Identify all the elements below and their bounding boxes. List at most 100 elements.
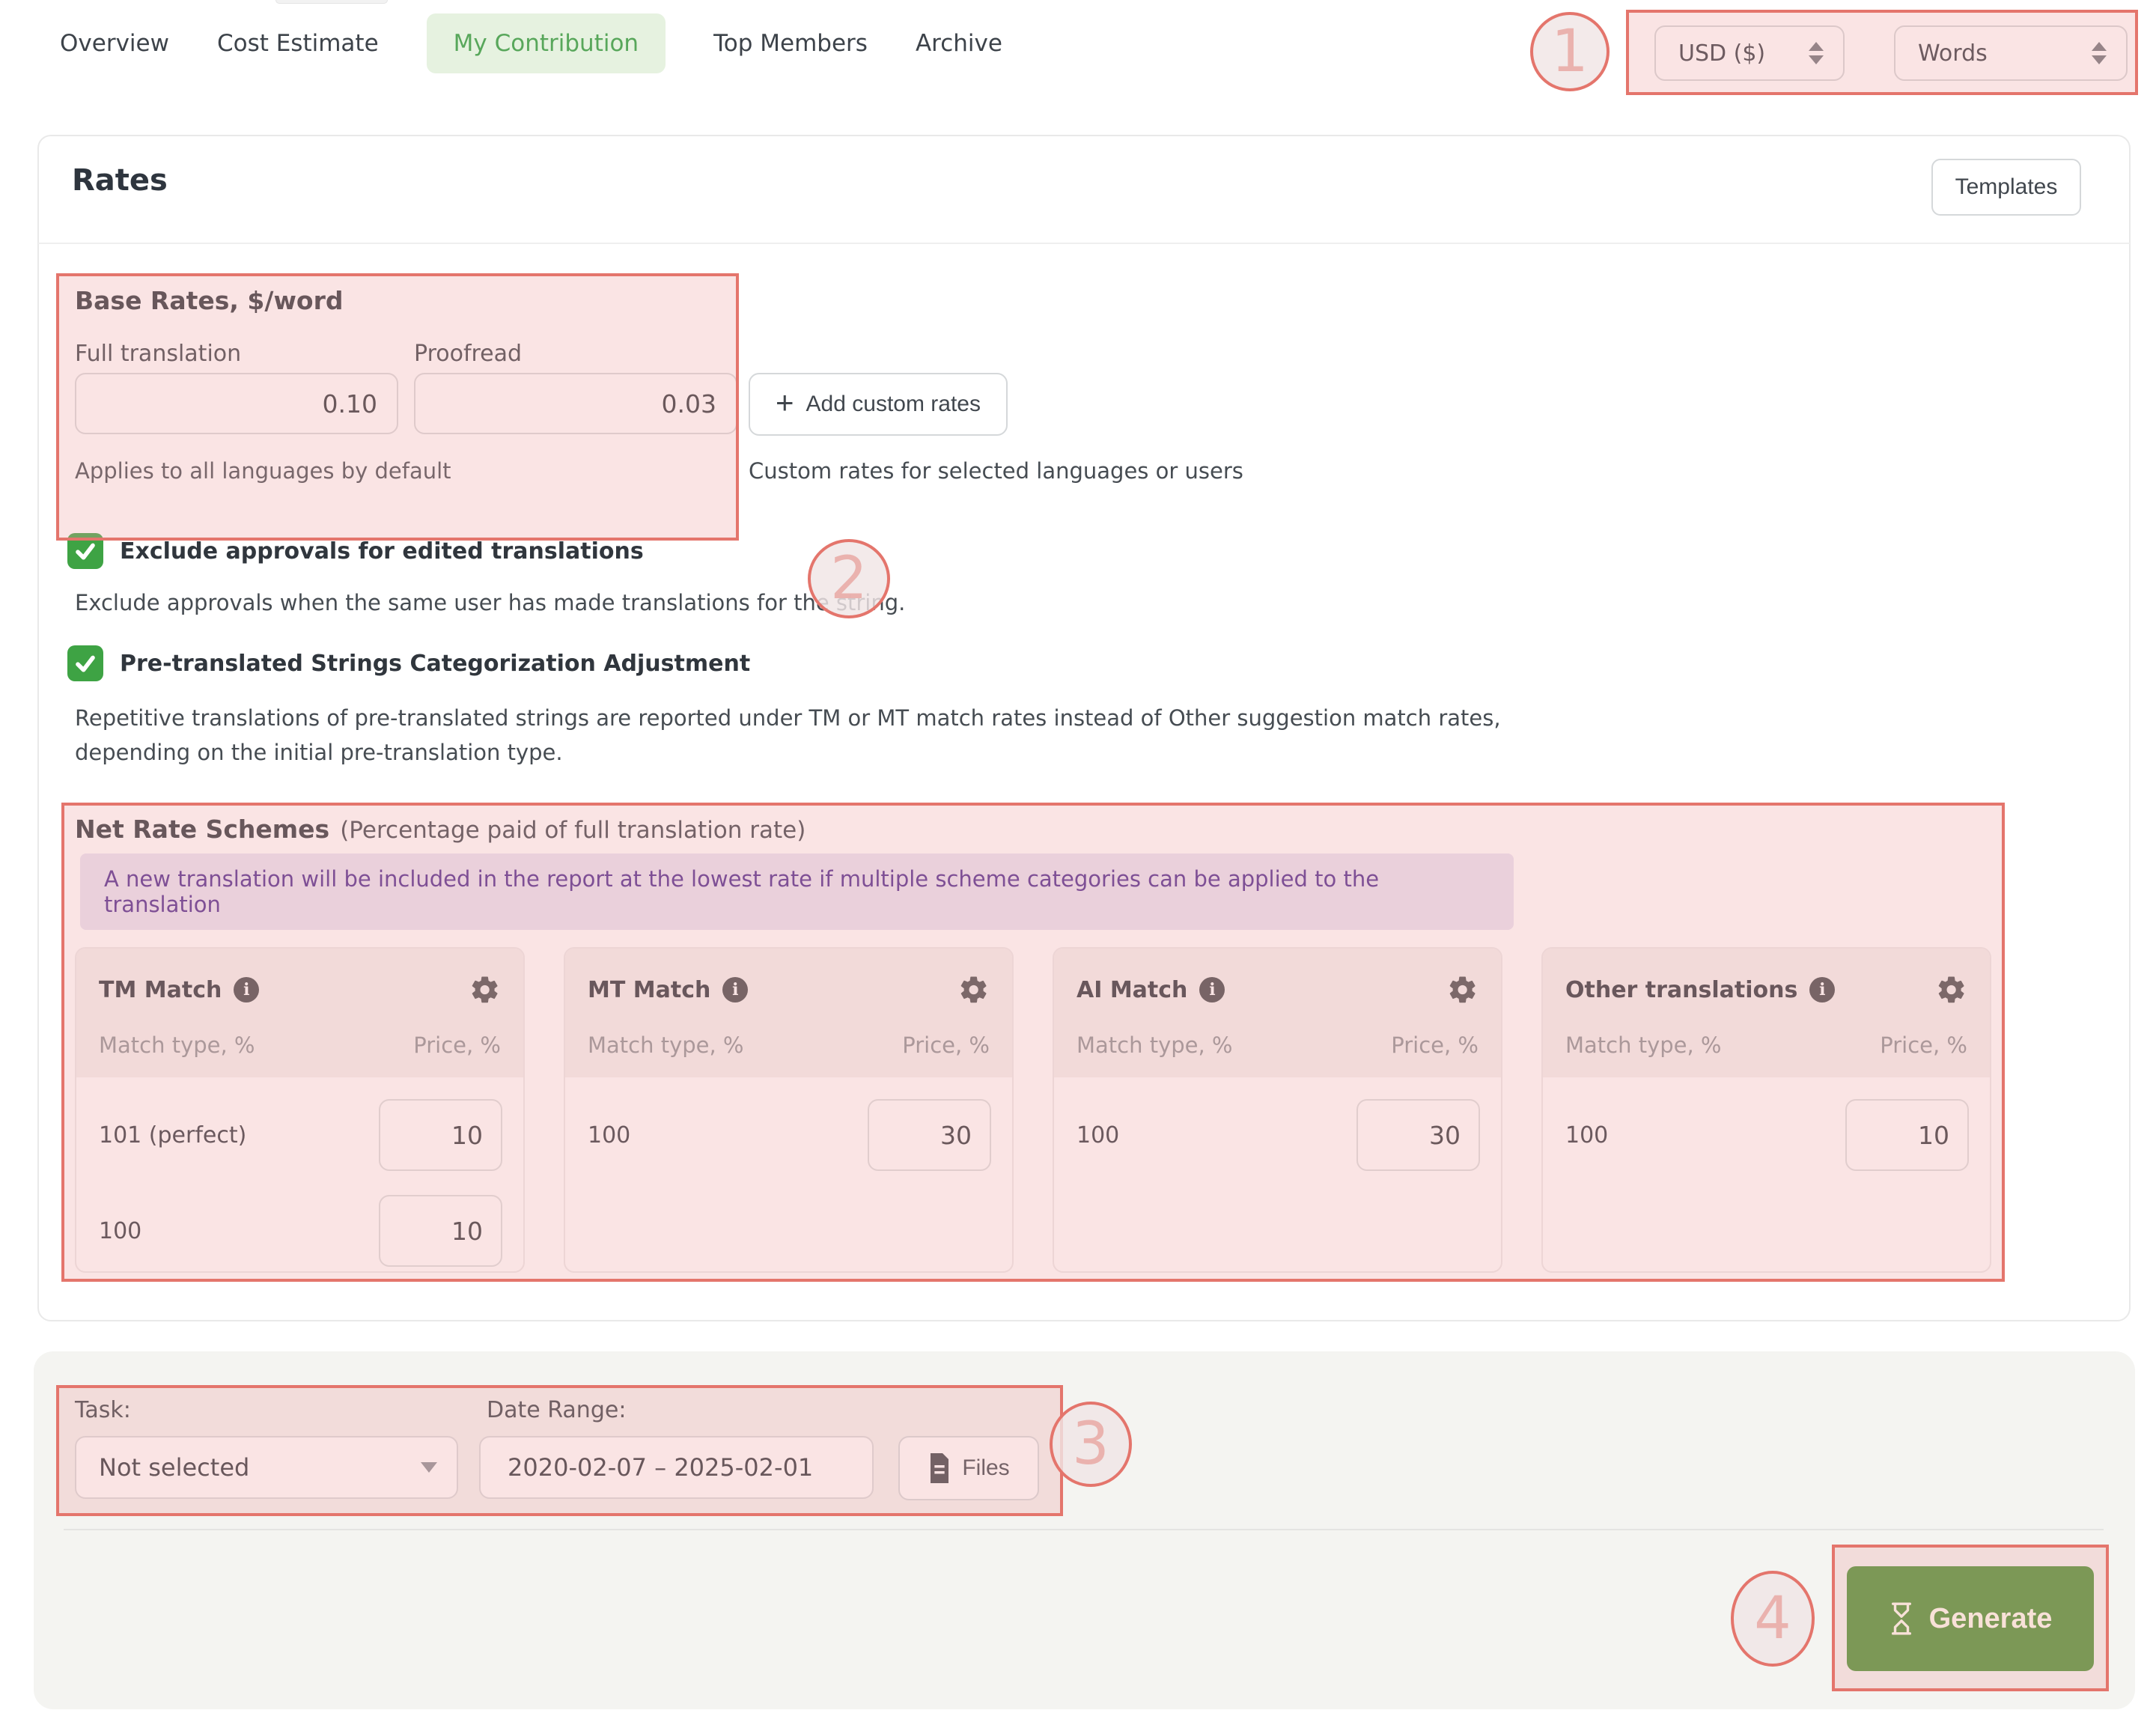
panel-divider — [64, 1529, 2104, 1530]
price-input[interactable]: 10 — [379, 1099, 502, 1171]
tm-match-body: 101 (perfect) 10 100 10 — [76, 1077, 523, 1268]
date-range-label: Date Range: — [487, 1397, 626, 1423]
tab-top-members[interactable]: Top Members — [713, 13, 868, 73]
date-range-value: 2020-02-07 – 2025-02-01 — [508, 1453, 813, 1482]
table-row: 100 10 — [1565, 1098, 1969, 1172]
info-icon[interactable]: i — [722, 977, 748, 1003]
add-custom-rates-label: Add custom rates — [806, 392, 981, 417]
generate-button[interactable]: Generate — [1847, 1566, 2094, 1671]
exclude-approvals-label: Exclude approvals for edited translation… — [120, 538, 644, 565]
exclude-approvals-description: Exclude approvals when the same user has… — [75, 590, 905, 615]
price-value: 30 — [1429, 1121, 1461, 1150]
hourglass-icon — [1889, 1601, 1914, 1636]
match-type-value: 101 (perfect) — [99, 1122, 246, 1148]
net-rate-schemes-title: Net Rate Schemes — [75, 815, 329, 844]
table-row: 100 10 — [99, 1194, 502, 1268]
gear-icon[interactable] — [958, 974, 990, 1005]
price-column-label: Price, % — [413, 1032, 501, 1058]
other-translations-card: Other translations i Match type, % Price… — [1541, 947, 1991, 1273]
proofread-rate-input[interactable]: 0.03 — [414, 373, 737, 434]
task-select-value: Not selected — [99, 1453, 249, 1482]
info-icon[interactable]: i — [1199, 977, 1225, 1003]
gear-icon[interactable] — [469, 974, 501, 1005]
currency-select[interactable]: USD ($) — [1654, 25, 1845, 81]
price-column-label: Price, % — [902, 1032, 990, 1058]
price-column-label: Price, % — [1880, 1032, 1967, 1058]
volume-unit-select-value: Words — [1918, 40, 1988, 67]
info-icon[interactable]: i — [234, 977, 259, 1003]
pretranslated-adjustment-description: Repetitive translations of pre-translate… — [75, 701, 1617, 770]
tab-overview[interactable]: Overview — [60, 13, 169, 73]
other-translations-title: Other translations — [1565, 977, 1797, 1003]
price-input[interactable]: 30 — [868, 1099, 991, 1171]
price-value: 30 — [940, 1121, 972, 1150]
files-button[interactable]: Files — [898, 1436, 1039, 1500]
proofread-label: Proofread — [414, 341, 522, 367]
add-custom-rates-button[interactable]: + Add custom rates — [749, 373, 1008, 436]
match-type-column-label: Match type, % — [99, 1032, 255, 1058]
checkmark-icon — [74, 652, 97, 675]
base-rates-heading: Base Rates, $/word — [75, 286, 344, 315]
card-header-divider — [38, 243, 2130, 244]
chevron-down-icon — [421, 1462, 437, 1473]
rates-title: Rates — [72, 163, 168, 198]
tab-cost-estimate[interactable]: Cost Estimate — [217, 13, 379, 73]
lowest-rate-info-banner: A new translation will be included in th… — [80, 854, 1514, 930]
annotation-number: 1 — [1551, 18, 1589, 85]
match-type-value: 100 — [99, 1218, 141, 1244]
tm-match-title: TM Match — [99, 977, 222, 1003]
proofread-rate-value: 0.03 — [662, 389, 716, 419]
select-arrows-icon — [2092, 42, 2107, 64]
price-input[interactable]: 30 — [1356, 1099, 1480, 1171]
select-arrows-icon — [1809, 42, 1824, 64]
volume-unit-select[interactable]: Words — [1894, 25, 2128, 81]
full-translation-rate-input[interactable]: 0.10 — [75, 373, 398, 434]
exclude-approvals-checkbox[interactable] — [67, 533, 103, 569]
table-row: 101 (perfect) 10 — [99, 1098, 502, 1172]
report-tabs: Overview Cost Estimate My Contribution T… — [60, 13, 1002, 73]
gear-icon[interactable] — [1936, 974, 1967, 1005]
match-type-column-label: Match type, % — [588, 1032, 743, 1058]
full-translation-rate-value: 0.10 — [323, 389, 377, 419]
plus-icon: + — [776, 387, 794, 419]
ai-match-title: AI Match — [1077, 977, 1187, 1003]
match-type-column-label: Match type, % — [1565, 1032, 1721, 1058]
other-translations-header: Other translations i Match type, % Price… — [1543, 949, 1990, 1077]
price-input[interactable]: 10 — [379, 1195, 502, 1267]
tab-my-contribution[interactable]: My Contribution — [427, 13, 666, 73]
match-type-value: 100 — [1077, 1122, 1119, 1148]
mt-match-card: MT Match i Match type, % Price, % 100 30 — [564, 947, 1014, 1273]
net-rate-schemes-heading: Net Rate Schemes (Percentage paid of ful… — [75, 815, 806, 844]
other-translations-body: 100 10 — [1543, 1077, 1990, 1172]
currency-select-value: USD ($) — [1678, 40, 1765, 67]
templates-button[interactable]: Templates — [1931, 159, 2081, 216]
report-generation-page: Overview Cost Estimate My Contribution T… — [0, 0, 2156, 1719]
price-value: 10 — [1918, 1121, 1949, 1150]
checkmark-icon — [74, 540, 97, 562]
table-row: 100 30 — [1077, 1098, 1480, 1172]
tm-match-card: TM Match i Match type, % Price, % 101 (p… — [75, 947, 525, 1273]
pretranslated-adjustment-label: Pre-translated Strings Categorization Ad… — [120, 651, 750, 677]
cutoff-element-sliver — [275, 0, 388, 4]
net-rate-schemes-subtitle: (Percentage paid of full translation rat… — [340, 817, 806, 844]
info-icon[interactable]: i — [1809, 977, 1835, 1003]
price-value: 10 — [451, 1217, 483, 1246]
ai-match-header: AI Match i Match type, % Price, % — [1054, 949, 1501, 1077]
tab-archive[interactable]: Archive — [916, 13, 1002, 73]
custom-rates-note: Custom rates for selected languages or u… — [749, 458, 1243, 484]
price-input[interactable]: 10 — [1845, 1099, 1969, 1171]
task-select[interactable]: Not selected — [75, 1436, 458, 1499]
gear-icon[interactable] — [1447, 974, 1479, 1005]
mt-match-body: 100 30 — [565, 1077, 1012, 1172]
table-row: 100 30 — [588, 1098, 991, 1172]
files-button-label: Files — [962, 1455, 1009, 1481]
base-rates-note: Applies to all languages by default — [75, 458, 451, 484]
price-value: 10 — [451, 1121, 483, 1150]
price-column-label: Price, % — [1391, 1032, 1479, 1058]
date-range-input[interactable]: 2020-02-07 – 2025-02-01 — [479, 1436, 874, 1499]
ai-match-body: 100 30 — [1054, 1077, 1501, 1172]
match-type-column-label: Match type, % — [1077, 1032, 1232, 1058]
pretranslated-adjustment-checkbox[interactable] — [67, 645, 103, 681]
match-type-value: 100 — [1565, 1122, 1608, 1148]
task-label: Task: — [75, 1397, 131, 1423]
